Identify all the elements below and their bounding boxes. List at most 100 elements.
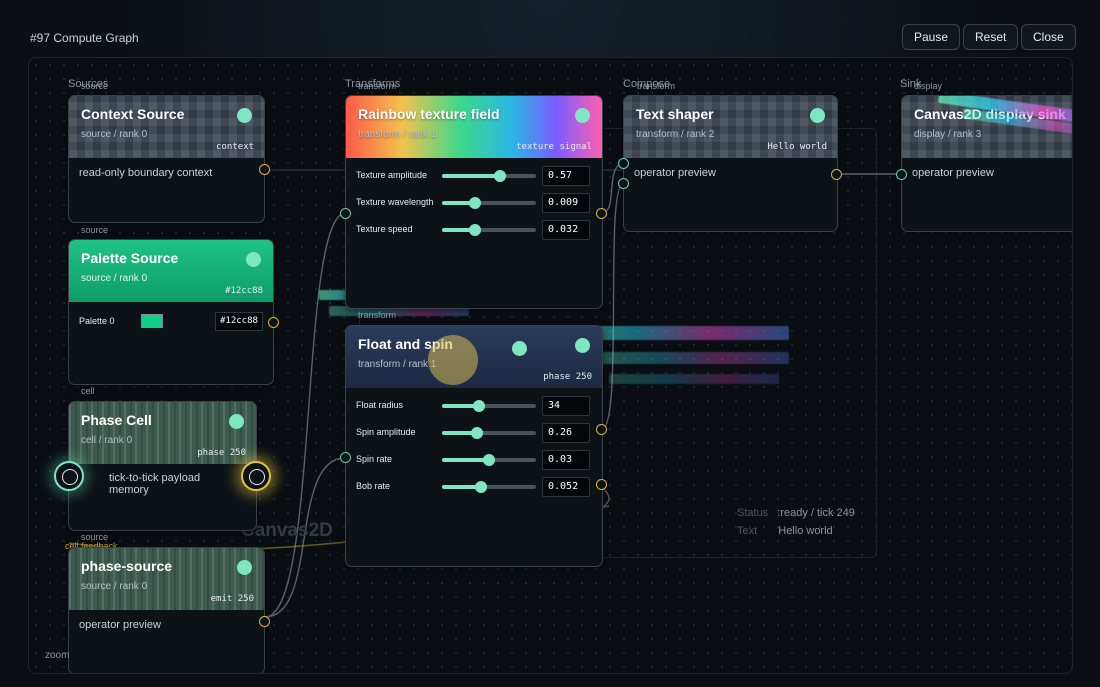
- input-port[interactable]: [618, 158, 629, 169]
- node-tag: transform: [358, 81, 397, 91]
- input-port[interactable]: [896, 169, 907, 180]
- param-slider[interactable]: [442, 454, 536, 466]
- node-tag: source: [81, 225, 109, 235]
- param-input[interactable]: 0.57: [542, 166, 590, 186]
- node-tag: display: [914, 81, 943, 91]
- palette-swatch[interactable]: [141, 314, 163, 328]
- output-port[interactable]: [596, 479, 607, 490]
- status-value: :ready / tick 249: [777, 507, 855, 519]
- node-badge: Hello world: [767, 142, 827, 152]
- param-label: Texture speed: [356, 224, 413, 234]
- param-slider[interactable]: [442, 197, 536, 209]
- param-row: Spin amplitude 0.26: [356, 423, 594, 443]
- text-value: Hello world: [778, 525, 833, 537]
- param-input[interactable]: 0.03: [542, 450, 590, 470]
- node-tag: transform: [637, 81, 676, 91]
- status-dot-icon: [246, 252, 261, 267]
- param-input[interactable]: 34: [542, 396, 590, 416]
- close-button[interactable]: Close: [1021, 24, 1076, 50]
- node-badge: #12cc88: [225, 286, 263, 296]
- param-slider[interactable]: [442, 170, 536, 182]
- node-header[interactable]: Palette Source source / rank 0 #12cc88: [69, 240, 273, 302]
- pause-button[interactable]: Pause: [902, 24, 961, 50]
- app-title: #97 Compute Graph: [30, 31, 139, 45]
- slider-thumb[interactable]: [472, 400, 485, 412]
- float-indicator-icon: [428, 335, 478, 385]
- param-input[interactable]: 0.009: [542, 193, 590, 213]
- input-port[interactable]: [340, 452, 351, 463]
- node-title: Text shaper: [636, 106, 714, 122]
- slider-thumb[interactable]: [483, 454, 495, 466]
- node-body: operator preview: [912, 167, 994, 179]
- param-slider[interactable]: [442, 400, 536, 412]
- param-input[interactable]: 0.052: [542, 477, 590, 497]
- node-subtitle: source / rank 0: [81, 129, 148, 140]
- cell-input-ring-icon[interactable]: [54, 461, 84, 491]
- node-float-and-spin[interactable]: Float and spin transform / rank 1 phase …: [345, 325, 603, 567]
- node-subtitle: source / rank 0: [81, 581, 148, 592]
- node-badge: context: [216, 142, 254, 152]
- node-body: operator preview: [79, 619, 161, 631]
- param-row: Float radius 34: [356, 396, 594, 416]
- param-label: Bob rate: [356, 481, 391, 491]
- node-canvas2d-display-sink[interactable]: Canvas2D display sink display / rank 3 o…: [901, 95, 1072, 232]
- param-slider[interactable]: [442, 481, 536, 493]
- node-header[interactable]: Phase Cell cell / rank 0 phase 250: [69, 402, 256, 464]
- param-row: Texture speed 0.032: [356, 220, 594, 240]
- node-header[interactable]: Context Source source / rank 0 context: [69, 96, 264, 158]
- param-slider[interactable]: [442, 427, 536, 439]
- node-context-source[interactable]: Context Source source / rank 0 context r…: [68, 95, 265, 223]
- param-input[interactable]: 0.032: [542, 220, 590, 240]
- slider-thumb[interactable]: [470, 427, 483, 439]
- node-title: Rainbow texture field: [358, 106, 500, 122]
- status-label: Status: [737, 507, 769, 519]
- param-label: Float radius: [356, 400, 404, 410]
- node-tag: cell: [81, 386, 95, 396]
- status-dot-icon: [810, 108, 825, 123]
- reset-button[interactable]: Reset: [963, 24, 1019, 50]
- node-phase-source[interactable]: phase-source source / rank 0 emit 250 op…: [68, 547, 265, 673]
- glitch-artifact: [589, 352, 789, 364]
- status-line: Status :ready / tick 249: [737, 507, 855, 519]
- output-port[interactable]: [259, 164, 270, 175]
- output-port[interactable]: [259, 616, 270, 627]
- slider-thumb[interactable]: [475, 481, 488, 493]
- node-title: phase-source: [81, 558, 173, 574]
- param-label: Texture wavelength: [356, 197, 434, 207]
- node-header[interactable]: Rainbow texture field transform / rank 1…: [346, 96, 602, 158]
- node-text-shaper[interactable]: Text shaper transform / rank 2 Hello wor…: [623, 95, 838, 232]
- slider-thumb[interactable]: [468, 197, 481, 209]
- node-header[interactable]: Float and spin transform / rank 1 phase …: [346, 326, 602, 388]
- slider-thumb[interactable]: [468, 224, 481, 236]
- palette-label: Palette 0: [79, 316, 115, 326]
- node-body: tick-to-tick payload memory: [109, 472, 201, 496]
- node-subtitle: transform / rank 2: [636, 129, 715, 140]
- output-port[interactable]: [831, 169, 842, 180]
- node-phase-cell[interactable]: Phase Cell cell / rank 0 phase 250 tick-…: [68, 401, 257, 531]
- slider-thumb[interactable]: [494, 170, 507, 182]
- param-input[interactable]: 0.26: [542, 423, 590, 443]
- zoom-label: zoom: [45, 650, 70, 661]
- node-header[interactable]: Canvas2D display sink display / rank 3: [902, 96, 1072, 158]
- status-dot-icon: [237, 560, 252, 575]
- input-port[interactable]: [618, 178, 629, 189]
- param-slider[interactable]: [442, 224, 536, 236]
- param-row: Texture amplitude 0.57: [356, 166, 594, 186]
- output-port[interactable]: [596, 424, 607, 435]
- node-body: operator preview: [634, 167, 716, 179]
- node-body: read-only boundary context: [79, 167, 213, 179]
- node-badge: emit 250: [210, 594, 254, 604]
- input-port[interactable]: [340, 208, 351, 219]
- node-header[interactable]: Text shaper transform / rank 2 Hello wor…: [624, 96, 837, 158]
- output-port[interactable]: [596, 208, 607, 219]
- node-palette-source[interactable]: Palette Source source / rank 0 #12cc88 P…: [68, 239, 274, 385]
- node-rainbow-texture-field[interactable]: Rainbow texture field transform / rank 1…: [345, 95, 603, 309]
- graph-canvas[interactable]: Sources Transforms Compose Sink Canvas2D…: [28, 57, 1073, 674]
- node-title: Palette Source: [81, 250, 179, 266]
- palette-row: Palette 0 #12cc88: [69, 302, 273, 342]
- param-label: Spin amplitude: [356, 427, 416, 437]
- node-header[interactable]: phase-source source / rank 0 emit 250: [69, 548, 264, 610]
- output-port[interactable]: [268, 317, 279, 328]
- palette-hex-input[interactable]: #12cc88: [215, 312, 263, 331]
- cell-output-ring-icon[interactable]: [241, 461, 271, 491]
